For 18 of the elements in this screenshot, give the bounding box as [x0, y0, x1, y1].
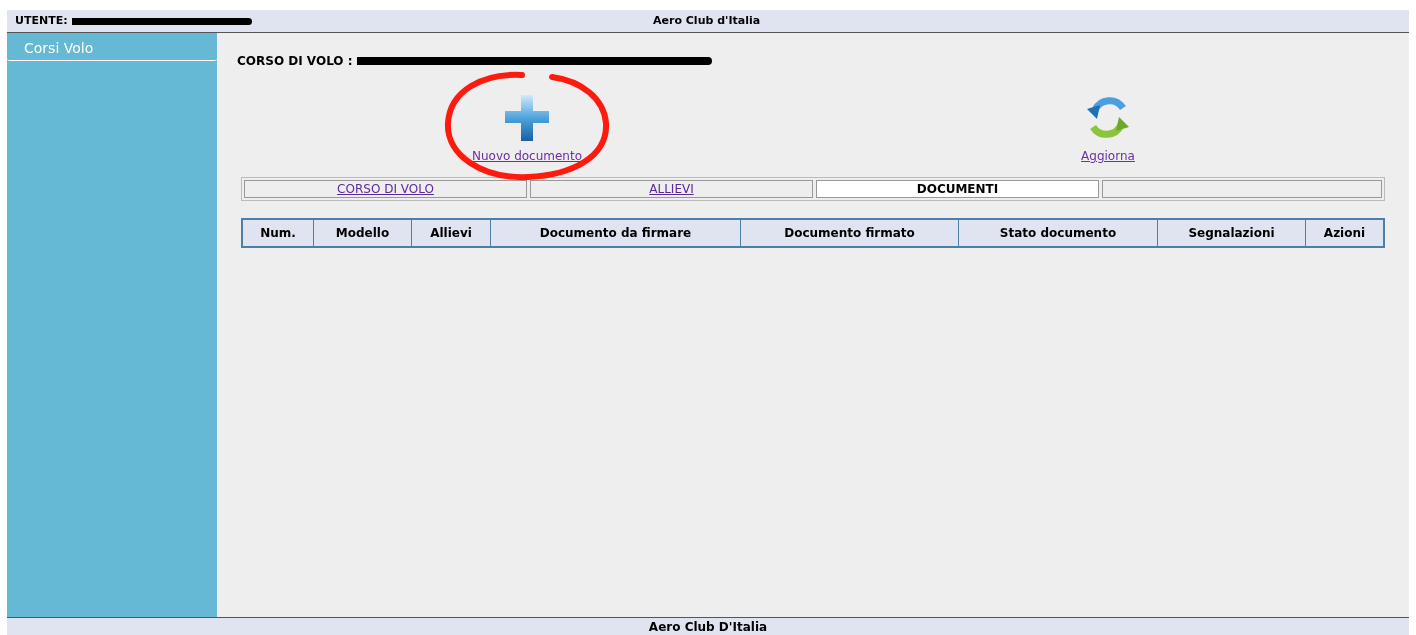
column-header: Allievi: [411, 220, 490, 246]
refresh-link[interactable]: Aggiorna: [1081, 147, 1135, 165]
column-header: Azioni: [1305, 220, 1383, 246]
column-header: Num.: [259, 225, 297, 242]
column-header: Documento firmato: [740, 220, 958, 246]
user-label: UTENTE:: [15, 12, 68, 29]
tab[interactable]: CORSO DI VOLO: [244, 180, 527, 198]
plus-icon: [502, 93, 552, 143]
tab[interactable]: DOCUMENTI: [816, 180, 1099, 198]
new-document-link[interactable]: Nuovo documento: [471, 147, 583, 165]
site-title: Aero Club d'Italia: [653, 12, 761, 29]
column-header: Stato documento: [958, 220, 1157, 246]
tab[interactable]: ALLIEVI: [530, 180, 813, 198]
column-header: Modello: [313, 220, 411, 246]
column-header: Segnalazioni: [1157, 220, 1305, 246]
column-header: Documento da firmare: [490, 220, 740, 246]
course-label: CORSO DI VOLO :: [237, 53, 353, 70]
footer-text: Aero Club D'Italia: [648, 618, 768, 635]
